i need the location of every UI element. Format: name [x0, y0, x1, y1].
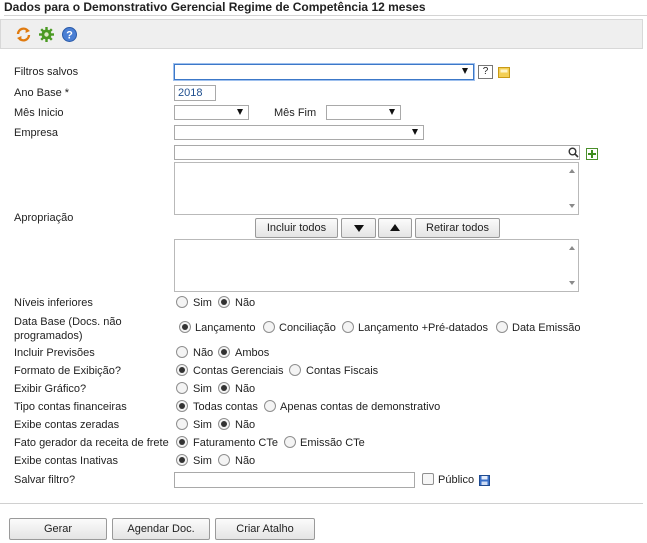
fato-faturamento-radio[interactable]: [176, 436, 188, 448]
scroll-up-icon[interactable]: [569, 169, 575, 173]
data-base-conciliacao-label: Conciliação: [279, 322, 336, 334]
scroll-down-icon[interactable]: [569, 281, 575, 285]
exibir-grafico-label: Exibir Gráfico?: [14, 383, 87, 395]
data-base-predatados-label: Lançamento +Pré-datados: [358, 322, 488, 334]
tipo-apenas-label: Apenas contas de demonstrativo: [280, 401, 441, 413]
tipo-contas-label: Tipo contas financeiras: [14, 401, 127, 413]
empresa-label: Empresa: [14, 127, 59, 139]
niveis-nao-radio[interactable]: [218, 296, 230, 308]
data-base-predatados-radio[interactable]: [342, 321, 354, 333]
fato-emissao-radio[interactable]: [284, 436, 296, 448]
formato-fiscais-radio[interactable]: [289, 364, 301, 376]
search-icon[interactable]: [568, 147, 579, 158]
niveis-nao-label: Não: [235, 297, 256, 309]
chevron-down-icon: [389, 109, 395, 115]
apropriacao-selected-list[interactable]: [174, 239, 579, 292]
grafico-sim-radio[interactable]: [176, 382, 188, 394]
empresa-select[interactable]: [174, 125, 424, 140]
data-base-label-line2: programados): [14, 330, 83, 342]
tipo-todas-radio[interactable]: [176, 400, 188, 412]
scroll-down-icon[interactable]: [569, 204, 575, 208]
ano-base-input[interactable]: 2018: [174, 85, 216, 101]
svg-text:?: ?: [66, 30, 73, 42]
salvar-filtro-input[interactable]: [174, 472, 415, 488]
zeradas-nao-label: Não: [235, 419, 256, 431]
publico-checkbox[interactable]: [422, 473, 434, 485]
data-base-emissao-label: Data Emissão: [512, 322, 581, 334]
apropriacao-search-input[interactable]: [174, 145, 580, 160]
inativas-sim-label: Sim: [193, 455, 212, 467]
niveis-inferiores-label: Níveis inferiores: [14, 297, 93, 309]
fato-emissao-label: Emissão CTe: [300, 437, 365, 449]
save-icon[interactable]: [479, 475, 490, 486]
mes-inicio-label: Mês Inicio: [14, 107, 64, 119]
inativas-nao-label: Não: [235, 455, 256, 467]
formato-exibicao-label: Formato de Exibição?: [14, 365, 121, 377]
move-down-button[interactable]: [341, 218, 376, 238]
arrow-up-icon: [390, 224, 400, 231]
chevron-down-icon: [412, 129, 418, 135]
fato-gerador-label: Fato gerador da receita de frete: [14, 437, 169, 449]
move-up-button[interactable]: [378, 218, 412, 238]
data-base-emissao-radio[interactable]: [496, 321, 508, 333]
add-icon[interactable]: [586, 148, 598, 160]
niveis-sim-label: Sim: [193, 297, 212, 309]
filtros-salvos-label: Filtros salvos: [14, 66, 79, 78]
formato-gerenciais-label: Contas Gerenciais: [193, 365, 284, 377]
data-base-lancamento-radio[interactable]: [179, 321, 191, 333]
data-base-lancamento-label: Lançamento: [195, 322, 256, 334]
page-title: Dados para o Demonstrativo Gerencial Reg…: [4, 0, 647, 16]
inativas-nao-radio[interactable]: [218, 454, 230, 466]
save-filter-icon[interactable]: [498, 67, 510, 78]
ano-base-label: Ano Base *: [14, 87, 70, 99]
help-question-icon[interactable]: ?: [478, 65, 493, 79]
zeradas-nao-radio[interactable]: [218, 418, 230, 430]
apropriacao-available-list[interactable]: [174, 162, 579, 215]
formato-fiscais-label: Contas Fiscais: [306, 365, 379, 377]
exibe-inativas-label: Exibe contas Inativas: [14, 455, 118, 467]
refresh-icon[interactable]: [15, 26, 32, 43]
publico-label: Público: [438, 474, 475, 486]
exibe-zeradas-label: Exibe contas zeradas: [14, 419, 120, 431]
tipo-todas-label: Todas contas: [193, 401, 258, 413]
mes-fim-label: Mês Fim: [274, 107, 317, 119]
scroll-up-icon[interactable]: [569, 246, 575, 250]
criar-atalho-button[interactable]: Criar Atalho: [215, 518, 315, 540]
incluir-previsoes-label: Incluir Previsões: [14, 347, 95, 359]
footer-divider: [0, 503, 643, 504]
toolbar: ?: [0, 19, 643, 49]
agendar-doc-button[interactable]: Agendar Doc.: [112, 518, 210, 540]
retirar-todos-button[interactable]: Retirar todos: [415, 218, 500, 238]
chevron-down-icon: [462, 68, 468, 74]
filtros-salvos-select[interactable]: [174, 64, 474, 80]
previsoes-nao-label: Não: [193, 347, 214, 359]
grafico-nao-label: Não: [235, 383, 256, 395]
grafico-nao-radio[interactable]: [218, 382, 230, 394]
grafico-sim-label: Sim: [193, 383, 212, 395]
salvar-filtro-label: Salvar filtro?: [14, 474, 76, 486]
niveis-sim-radio[interactable]: [176, 296, 188, 308]
help-icon[interactable]: ?: [61, 26, 78, 43]
apropriacao-label: Apropriação: [14, 212, 74, 224]
mes-fim-select[interactable]: [326, 105, 401, 120]
inativas-sim-radio[interactable]: [176, 454, 188, 466]
previsoes-ambos-radio[interactable]: [218, 346, 230, 358]
chevron-down-icon: [237, 109, 243, 115]
gerar-button[interactable]: Gerar: [9, 518, 107, 540]
data-base-conciliacao-radio[interactable]: [263, 321, 275, 333]
formato-gerenciais-radio[interactable]: [176, 364, 188, 376]
previsoes-ambos-label: Ambos: [235, 347, 270, 359]
incluir-todos-button[interactable]: Incluir todos: [255, 218, 338, 238]
mes-inicio-select[interactable]: [174, 105, 249, 120]
data-base-label-line1: Data Base (Docs. não: [14, 316, 122, 328]
zeradas-sim-radio[interactable]: [176, 418, 188, 430]
settings-gear-icon[interactable]: [38, 26, 55, 43]
previsoes-nao-radio[interactable]: [176, 346, 188, 358]
arrow-down-icon: [353, 225, 364, 232]
zeradas-sim-label: Sim: [193, 419, 212, 431]
fato-faturamento-label: Faturamento CTe: [193, 437, 278, 449]
tipo-apenas-radio[interactable]: [264, 400, 276, 412]
